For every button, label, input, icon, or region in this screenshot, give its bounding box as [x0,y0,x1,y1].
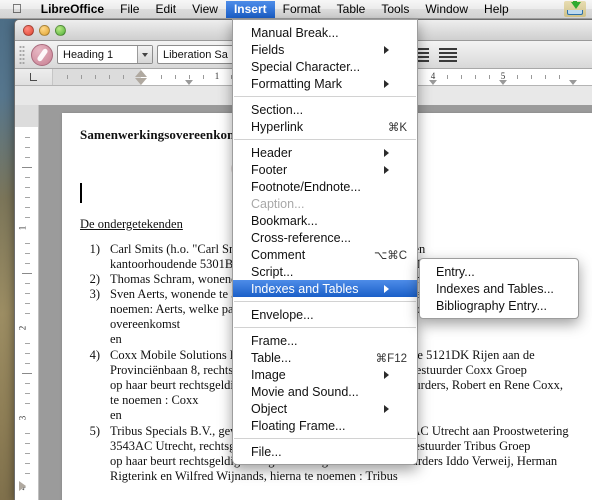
menu-item-cross-reference[interactable]: Cross-reference... [233,229,417,246]
submenu-arrow-icon [384,79,407,88]
list-item-number: 1) [89,242,100,256]
vertical-indent-marker[interactable] [19,481,26,491]
chevron-down-icon[interactable] [137,46,152,63]
menubar-item-help[interactable]: Help [476,1,517,18]
vertical-ruler[interactable]: 1 2 3 4 [15,105,39,500]
list-item-number: 4) [89,348,100,362]
close-window-button[interactable] [23,24,34,36]
menu-item-image[interactable]: Image [233,366,417,383]
menu-item-special-character[interactable]: Special Character... [233,58,417,75]
download-tray-icon[interactable] [564,1,586,17]
list-item-number: 3) [89,287,100,301]
submenu-arrow-icon [384,45,407,54]
menu-item-comment[interactable]: Comment ⌥⌘C [233,246,417,263]
indexes-and-tables-submenu[interactable]: Entry... Indexes and Tables... Bibliogra… [419,258,579,319]
menu-item-frame[interactable]: Frame... [233,332,417,349]
ruler-number: 2 [17,325,28,331]
submenu-item-entry[interactable]: Entry... [420,263,578,280]
menubar-item-window[interactable]: Window [417,1,476,18]
menu-item-fields[interactable]: Fields [233,41,417,58]
text-cursor [80,183,82,203]
screen: con04.docx Heading 1 Liberation Sa ab a [0,0,592,500]
submenu-arrow-icon [384,284,407,293]
menu-separator [234,438,416,439]
menu-item-movie-and-sound[interactable]: Movie and Sound... [233,383,417,400]
minimize-window-button[interactable] [39,24,50,36]
list-item-number: 5) [89,424,100,438]
tab-stop-selector[interactable] [15,69,53,85]
menubar-item-insert[interactable]: Insert [225,0,275,18]
zoom-window-button[interactable] [55,24,66,36]
menu-item-file[interactable]: File... [233,443,417,460]
ruler-number: 1 [17,225,28,231]
toolbar-grip[interactable] [19,44,25,65]
list-item-number: 2) [89,272,100,286]
menu-item-manual-break[interactable]: Manual Break... [233,24,417,41]
menubar-item-format[interactable]: Format [275,1,329,18]
menu-item-caption: Caption... [251,196,305,211]
menu-item-envelope[interactable]: Envelope... [233,306,417,323]
menu-item-script[interactable]: Script... [233,263,417,280]
menu-item-footer[interactable]: Footer [233,161,417,178]
menubar-item-file[interactable]: File [112,1,147,18]
align-justify-icon[interactable] [436,44,460,66]
menu-item-section[interactable]: Section... [233,101,417,118]
submenu-item-bibliography-entry[interactable]: Bibliography Entry... [420,297,578,314]
ruler-number: 1 [214,71,220,81]
menubar-item-view[interactable]: View [184,1,226,18]
menu-item-indexes-and-tables[interactable]: Indexes and Tables [233,280,417,297]
ruler-number: 3 [17,415,28,421]
font-name-value: Liberation Sa [163,48,228,61]
menu-item-object[interactable]: Object [233,400,417,417]
mac-menubar:  LibreOffice File Edit View Insert Form… [0,0,592,19]
submenu-item-indexes-and-tables[interactable]: Indexes and Tables... [420,280,578,297]
submenu-arrow-icon [384,404,407,413]
menu-item-table[interactable]: Table... ⌘F12 [233,349,417,366]
menu-item-bookmark[interactable]: Bookmark... [233,212,417,229]
menubar-item-table[interactable]: Table [329,1,374,18]
menu-item-formatting-mark[interactable]: Formatting Mark [233,75,417,92]
menubar-item-edit[interactable]: Edit [147,1,184,18]
indent-marker[interactable] [135,70,147,85]
menubar-status-area [564,1,592,17]
traffic-lights [15,24,66,36]
menu-item-hyperlink[interactable]: Hyperlink ⌘K [233,118,417,135]
menubar-item-tools[interactable]: Tools [373,1,417,18]
submenu-arrow-icon [384,165,407,174]
document-intro-paragraph: De ondergetekenden [80,217,183,231]
menu-separator [234,96,416,97]
menu-separator [234,139,416,140]
menu-item-header[interactable]: Header [233,144,417,161]
paragraph-style-value: Heading 1 [63,48,114,61]
submenu-arrow-icon [384,148,407,157]
insert-menu-dropdown[interactable]: Manual Break... Fields Special Character… [232,19,418,465]
menu-item-footnote-endnote[interactable]: Footnote/Endnote... [233,178,417,195]
menu-separator [234,327,416,328]
menubar-item-libreoffice[interactable]: LibreOffice [33,1,112,18]
settings-wrench-icon[interactable] [31,43,53,66]
paragraph-style-combobox[interactable]: Heading 1 [57,45,153,64]
menu-separator [234,301,416,302]
apple-icon[interactable]:  [0,2,33,15]
submenu-arrow-icon [384,370,407,379]
menu-item-floating-frame[interactable]: Floating Frame... [233,417,417,434]
